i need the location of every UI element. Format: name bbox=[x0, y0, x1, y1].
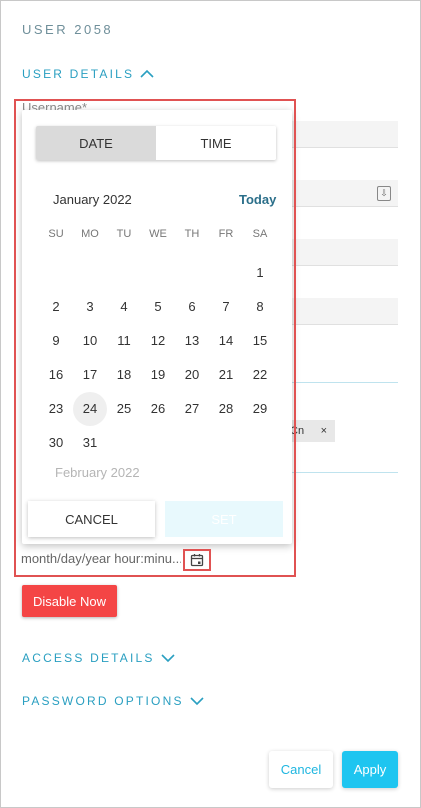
calendar-day[interactable]: 14 bbox=[209, 324, 243, 358]
chip-close-icon[interactable]: × bbox=[321, 425, 327, 437]
chip-label: Cn bbox=[290, 425, 305, 437]
calendar-day[interactable]: 6 bbox=[175, 290, 209, 324]
calendar-day[interactable]: 4 bbox=[107, 290, 141, 324]
calendar-day[interactable]: 17 bbox=[73, 358, 107, 392]
tab-date[interactable]: DATE bbox=[36, 126, 156, 160]
weekday-label: MO bbox=[81, 228, 99, 240]
calendar-day[interactable]: 26 bbox=[141, 392, 175, 426]
section-access-details[interactable]: ACCESS DETAILS bbox=[22, 651, 175, 665]
calendar-day[interactable]: 8 bbox=[243, 290, 277, 324]
calendar-day[interactable]: 15 bbox=[243, 324, 277, 358]
calendar-day[interactable]: 28 bbox=[209, 392, 243, 426]
calendar-day[interactable]: 9 bbox=[39, 324, 73, 358]
calendar-day[interactable]: 7 bbox=[209, 290, 243, 324]
calendar-day[interactable]: 18 bbox=[107, 358, 141, 392]
calendar-icon bbox=[190, 554, 204, 567]
calendar-day[interactable]: 25 bbox=[107, 392, 141, 426]
calendar-day[interactable]: 10 bbox=[73, 324, 107, 358]
section-user-details-label: USER DETAILS bbox=[22, 67, 135, 81]
calendar-day[interactable]: 23 bbox=[39, 392, 73, 426]
calendar-icon-button[interactable] bbox=[183, 549, 211, 571]
chevron-up-icon bbox=[140, 69, 154, 78]
calendar-day[interactable]: 13 bbox=[175, 324, 209, 358]
picker-set-button[interactable]: SET bbox=[165, 501, 283, 537]
calendar-day[interactable]: 1 bbox=[243, 256, 277, 290]
divider bbox=[290, 472, 398, 473]
calendar-day[interactable]: 16 bbox=[39, 358, 73, 392]
calendar-day[interactable]: 30 bbox=[39, 426, 73, 460]
month-title: January 2022 bbox=[53, 192, 132, 207]
calendar-day[interactable]: 5 bbox=[141, 290, 175, 324]
date-time-toggle: DATE TIME bbox=[36, 126, 276, 160]
divider bbox=[290, 382, 398, 383]
cancel-button[interactable]: Cancel bbox=[269, 751, 333, 788]
section-password-options[interactable]: PASSWORD OPTIONS bbox=[22, 694, 204, 708]
apply-button[interactable]: Apply bbox=[342, 751, 398, 788]
chevron-down-icon bbox=[161, 654, 175, 663]
next-month-title: February 2022 bbox=[55, 465, 140, 480]
section-access-details-label: ACCESS DETAILS bbox=[22, 651, 155, 665]
weekday-label: SU bbox=[48, 228, 64, 240]
datetime-input[interactable]: month/day/year hour:minu... bbox=[21, 551, 181, 566]
page-title: USER 2058 bbox=[22, 22, 114, 37]
calendar-day[interactable]: 3 bbox=[73, 290, 107, 324]
section-password-options-label: PASSWORD OPTIONS bbox=[22, 694, 184, 708]
calendar-day[interactable]: 21 bbox=[209, 358, 243, 392]
section-user-details[interactable]: USER DETAILS bbox=[22, 67, 154, 81]
calendar-day[interactable]: 27 bbox=[175, 392, 209, 426]
field-icon[interactable]: ⇩ bbox=[377, 186, 391, 201]
today-link[interactable]: Today bbox=[239, 192, 276, 207]
weekday-label: SA bbox=[252, 228, 268, 240]
disable-now-button[interactable]: Disable Now bbox=[22, 585, 117, 617]
weekday-label: TH bbox=[184, 228, 200, 240]
weekday-label: FR bbox=[218, 228, 234, 240]
calendar-day[interactable]: 29 bbox=[243, 392, 277, 426]
date-picker-popup: DATE TIME January 2022 Today SU MO TU WE… bbox=[22, 110, 292, 544]
calendar-day[interactable]: 11 bbox=[107, 324, 141, 358]
calendar-day-selected[interactable]: 24 bbox=[73, 392, 107, 426]
calendar-day[interactable]: 20 bbox=[175, 358, 209, 392]
calendar-day[interactable]: 12 bbox=[141, 324, 175, 358]
tab-time[interactable]: TIME bbox=[156, 126, 276, 160]
calendar-day[interactable]: 31 bbox=[73, 426, 107, 460]
calendar-day[interactable]: 22 bbox=[243, 358, 277, 392]
calendar-day[interactable]: 2 bbox=[39, 290, 73, 324]
weekday-label: WE bbox=[149, 228, 167, 240]
chevron-down-icon bbox=[190, 697, 204, 706]
picker-cancel-button[interactable]: CANCEL bbox=[28, 501, 155, 537]
calendar-day[interactable]: 19 bbox=[141, 358, 175, 392]
weekday-label: TU bbox=[116, 228, 132, 240]
